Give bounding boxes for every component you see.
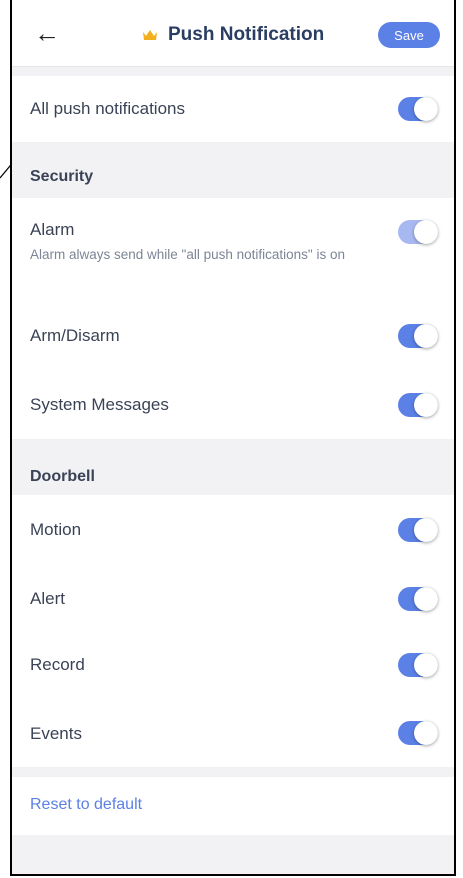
alarm-toggle <box>398 220 438 244</box>
system-messages-toggle[interactable] <box>398 393 438 417</box>
security-group: Alarm Alarm always send while "all push … <box>12 198 454 439</box>
section-heading: Security <box>30 168 94 185</box>
phone-screen: ← Push Notification Save All push notifi… <box>10 0 456 876</box>
crown-icon <box>143 30 157 40</box>
motion-toggle[interactable] <box>398 518 438 542</box>
toggle-knob <box>414 97 438 121</box>
row-label: Motion <box>30 520 82 539</box>
toggle-knob <box>414 518 438 542</box>
toggle-knob <box>414 324 438 348</box>
row-label: Events <box>30 724 82 743</box>
section-heading: Doorbell <box>30 468 95 485</box>
arrow-left-icon: ← <box>34 18 60 48</box>
row-label: Alert <box>30 589 65 608</box>
all-push-toggle[interactable] <box>398 97 438 121</box>
toggle-knob <box>414 721 438 745</box>
toggle-knob <box>414 653 438 677</box>
title-group: Push Notification <box>142 20 324 50</box>
save-button[interactable]: Save <box>378 22 440 48</box>
alert-toggle[interactable] <box>398 587 438 611</box>
row-subtitle: Alarm always send while "all push notifi… <box>30 247 345 262</box>
top-bar: ← Push Notification Save <box>12 0 454 67</box>
section-security: Security <box>12 142 454 198</box>
reset-to-default-link[interactable]: Reset to default <box>30 796 142 814</box>
toggle-knob <box>414 220 438 244</box>
doorbell-group: Motion Alert Record Events <box>12 495 454 767</box>
arm-disarm-toggle[interactable] <box>398 324 438 348</box>
row-label: Record <box>30 655 85 674</box>
section-doorbell: Doorbell <box>12 439 454 495</box>
toggle-knob <box>414 393 438 417</box>
page-title: Push Notification <box>168 24 325 45</box>
back-button[interactable]: ← <box>34 18 60 48</box>
events-toggle[interactable] <box>398 721 438 745</box>
row-all-push: All push notifications <box>12 76 454 142</box>
toggle-knob <box>414 587 438 611</box>
row-label: Alarm <box>30 220 75 239</box>
row-label: System Messages <box>30 395 169 414</box>
row-label: All push notifications <box>30 99 185 118</box>
record-toggle[interactable] <box>398 653 438 677</box>
row-label: Arm/Disarm <box>30 326 120 345</box>
reset-row: Reset to default <box>12 777 454 835</box>
